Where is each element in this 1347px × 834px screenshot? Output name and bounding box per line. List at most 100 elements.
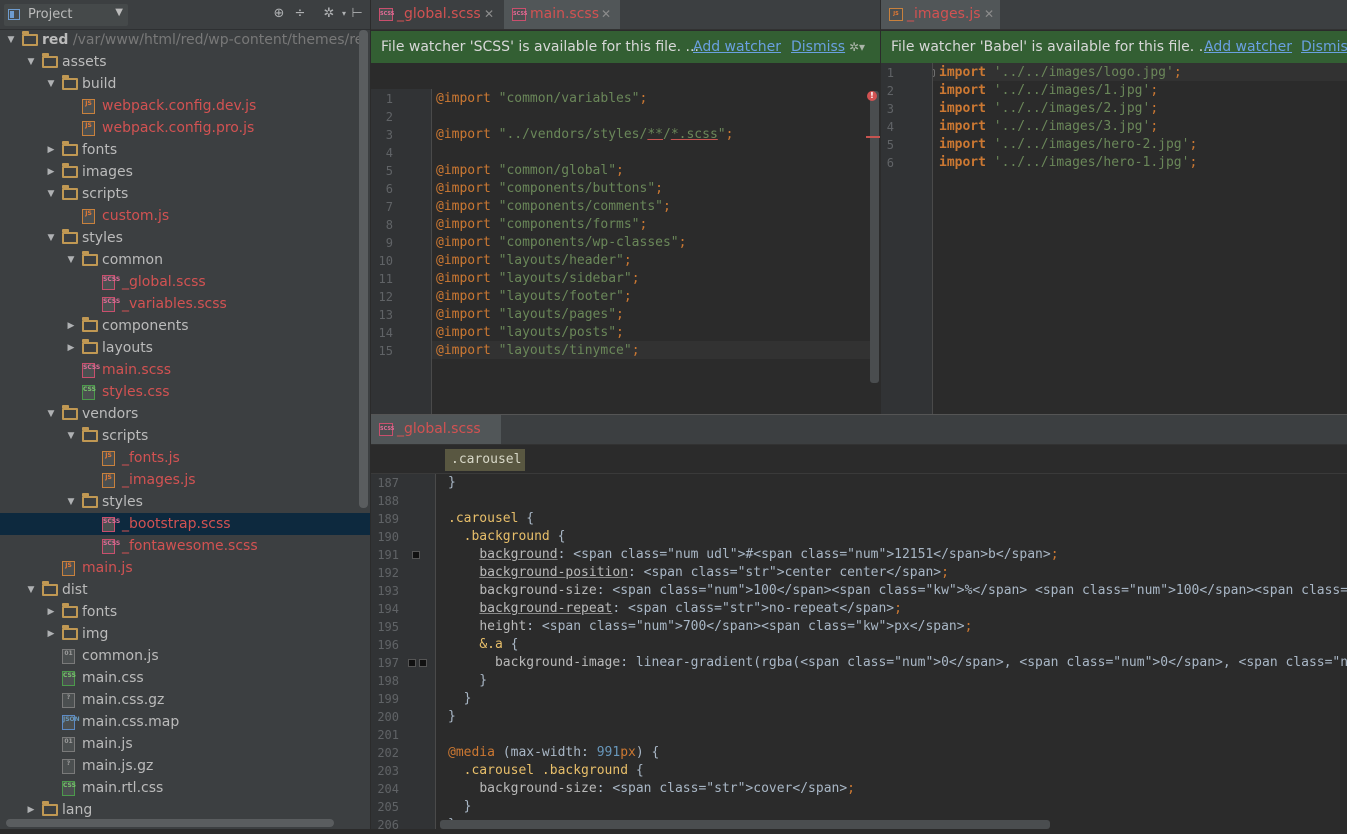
right-editor-code[interactable]: import '../../images/logo.jpg'; import '.… — [933, 63, 1347, 414]
tree-folder[interactable]: ▼ scripts — [0, 425, 370, 447]
tree-folder[interactable]: ▼ common — [0, 249, 370, 271]
tree-file[interactable]: 01 common.js — [0, 645, 370, 667]
tree-file[interactable]: CSS styles.css — [0, 381, 370, 403]
expand-arrow-icon[interactable]: ▼ — [64, 491, 78, 513]
gear-icon[interactable]: ✲▾ — [849, 31, 865, 63]
tree-folder[interactable]: ▶ layouts — [0, 337, 370, 359]
expand-arrow-icon[interactable]: ▼ — [24, 51, 38, 73]
tree-folder[interactable]: ▼ assets — [0, 51, 370, 73]
gear-icon[interactable]: ✲ — [321, 6, 337, 22]
tree-folder[interactable]: ▶ components — [0, 315, 370, 337]
tree-folder[interactable]: ▶ fonts — [0, 139, 370, 161]
bottom-editor-code[interactable]: } .carousel { .background { background: <… — [446, 474, 1347, 829]
code-line: @import "components/wp-classes"; — [436, 235, 687, 250]
collapse-arrow-icon[interactable]: ▶ — [64, 337, 78, 359]
tree-file[interactable]: JSON main.css.map — [0, 711, 370, 733]
tree-file[interactable]: ? main.js.gz — [0, 755, 370, 777]
left-editor-scrollbar[interactable] — [870, 91, 879, 383]
tree-file[interactable]: JS _fonts.js — [0, 447, 370, 469]
expand-arrow-icon[interactable]: ▼ — [44, 183, 58, 205]
tree-item-label: scripts — [102, 428, 149, 444]
close-icon[interactable]: ✕ — [984, 0, 994, 29]
folder-icon — [62, 603, 78, 618]
tab-images-js[interactable]: JS _images.js ✕ — [881, 0, 1000, 29]
tree-file[interactable]: SCSS _fontawesome.scss — [0, 535, 370, 557]
tree-file[interactable]: CSS main.css — [0, 667, 370, 689]
expand-arrow-icon[interactable]: ▼ — [44, 73, 58, 95]
tree-horizontal-scrollbar[interactable] — [6, 819, 334, 827]
js-file-icon: JS — [102, 473, 115, 488]
tree-folder[interactable]: ▼ styles — [0, 491, 370, 513]
collapse-arrow-icon[interactable]: ▶ — [44, 601, 58, 623]
close-icon[interactable]: ✕ — [601, 0, 611, 29]
code-line: .carousel .background { — [463, 763, 644, 778]
tree-folder[interactable]: ▼ styles — [0, 227, 370, 249]
dismiss-link[interactable]: Dismiss — [791, 31, 845, 63]
color-swatch-icon[interactable] — [412, 551, 420, 559]
collapse-arrow-icon[interactable]: ▶ — [64, 315, 78, 337]
color-swatch-icon[interactable] — [408, 659, 416, 667]
collapse-arrow-icon[interactable]: ▶ — [44, 139, 58, 161]
tree-file[interactable]: SCSS _bootstrap.scss — [0, 513, 370, 535]
tree-file[interactable]: ? main.css.gz — [0, 689, 370, 711]
tree-file[interactable]: SCSS main.scss — [0, 359, 370, 381]
add-watcher-link[interactable]: Add watcher — [1204, 31, 1292, 63]
expand-arrow-icon[interactable]: ▼ — [24, 579, 38, 601]
tree-file[interactable]: JS webpack.config.dev.js — [0, 95, 370, 117]
code-line: background-size: <span class="str">cover… — [479, 781, 855, 796]
close-icon[interactable]: ✕ — [484, 0, 494, 29]
collapse-icon[interactable]: ÷ — [292, 6, 308, 22]
error-stripe-marker[interactable] — [866, 136, 880, 138]
tab-global-scss-bottom[interactable]: SCSS _global.scss — [371, 415, 501, 444]
expand-arrow-icon[interactable]: ▼ — [44, 227, 58, 249]
tree-file[interactable]: CSS main.rtl.css — [0, 777, 370, 799]
tree-vertical-scrollbar[interactable] — [359, 30, 368, 508]
collapse-arrow-icon[interactable]: ▶ — [44, 161, 58, 183]
tree-item-label: images — [82, 164, 133, 180]
tree-folder[interactable]: ▶ img — [0, 623, 370, 645]
bottom-editor-hscrollbar[interactable] — [440, 820, 1050, 829]
collapse-arrow-icon[interactable]: ▶ — [24, 799, 38, 821]
tree-root-path: /var/www/html/red/wp-content/themes/re — [68, 32, 364, 48]
tree-folder[interactable]: ▼ dist — [0, 579, 370, 601]
tree-file[interactable]: SCSS _variables.scss — [0, 293, 370, 315]
tree-folder[interactable]: ▶ fonts — [0, 601, 370, 623]
tree-file[interactable]: SCSS _global.scss — [0, 271, 370, 293]
expand-arrow-icon[interactable]: ▼ — [44, 403, 58, 425]
tree-file[interactable]: JS custom.js — [0, 205, 370, 227]
line-number: 3 — [385, 128, 393, 142]
breadcrumb[interactable]: .carousel — [445, 449, 525, 471]
project-label: Project — [28, 7, 73, 22]
tree-file[interactable]: JS main.js — [0, 557, 370, 579]
line-number: 188 — [377, 494, 399, 508]
tree-folder[interactable]: ▼ scripts — [0, 183, 370, 205]
error-icon[interactable]: ! — [867, 91, 877, 101]
color-swatch-icon[interactable] — [419, 659, 427, 667]
scss-file-icon: SCSS — [102, 539, 120, 554]
fold-icon[interactable] — [933, 69, 935, 77]
expand-arrow-icon[interactable]: ▼ — [64, 425, 78, 447]
tree-folder[interactable]: ▶ lang — [0, 799, 370, 821]
line-number: 5 — [886, 138, 894, 152]
tree-folder[interactable]: ▼ red /var/www/html/red/wp-content/themes… — [0, 29, 370, 51]
tree-folder[interactable]: ▼ vendors — [0, 403, 370, 425]
dismiss-link[interactable]: Dismis — [1301, 31, 1347, 63]
tree-folder[interactable]: ▼ build — [0, 73, 370, 95]
project-view-selector[interactable]: Project ▼ — [4, 4, 128, 26]
tab-global-scss[interactable]: SCSS _global.scss ✕ — [371, 0, 502, 29]
tree-folder[interactable]: ▶ images — [0, 161, 370, 183]
expand-arrow-icon[interactable]: ▼ — [64, 249, 78, 271]
left-editor-code[interactable]: @import "common/variables"; @import "../v… — [432, 89, 870, 414]
add-watcher-link[interactable]: Add watcher — [693, 31, 781, 63]
collapse-arrow-icon[interactable]: ▶ — [44, 623, 58, 645]
tab-main-scss[interactable]: SCSS main.scss ✕ — [504, 0, 620, 29]
tree-file[interactable]: JS _images.js — [0, 469, 370, 491]
expand-arrow-icon[interactable]: ▼ — [4, 29, 18, 51]
tree-file[interactable]: JS webpack.config.pro.js — [0, 117, 370, 139]
tree-item-label: fonts — [82, 604, 118, 620]
hide-icon[interactable]: ⊢ — [349, 6, 365, 22]
css-file-icon: CSS — [62, 671, 76, 686]
tree-file[interactable]: 01 main.js — [0, 733, 370, 755]
scss-file-icon: SCSS — [379, 423, 394, 436]
target-icon[interactable]: ⊕ — [271, 6, 287, 22]
